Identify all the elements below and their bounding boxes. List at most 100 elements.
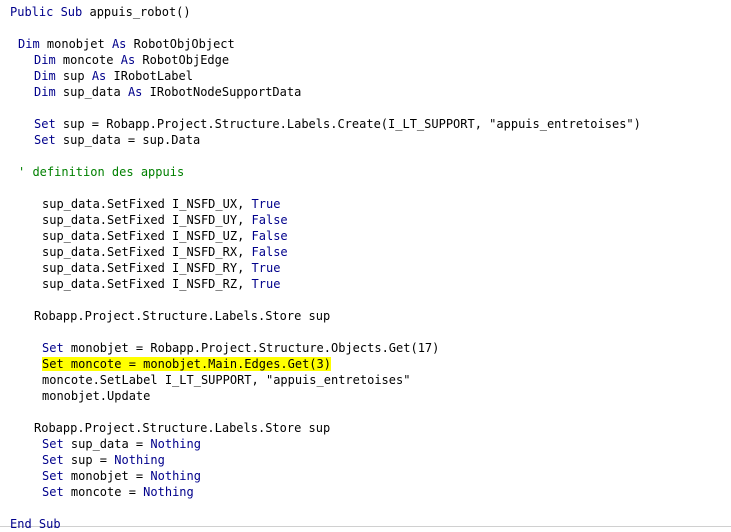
code-line[interactable]: Public Sub appuis_robot() [10, 4, 191, 20]
code-line[interactable]: Dim sup As IRobotLabel [34, 68, 193, 84]
code-token: sup_data = sup.Data [55, 133, 201, 147]
code-statement: Set monobjet = Nothing [42, 469, 201, 483]
code-statement: monobjet.Update [42, 389, 150, 403]
code-token: Robapp.Project.Structure.Labels.Store su… [34, 309, 331, 323]
keyword-token: True [251, 261, 281, 275]
code-line[interactable]: Set moncote = monobjet.Main.Edges.Get(3) [42, 356, 331, 372]
keyword-token: Nothing [143, 485, 194, 499]
code-token: appuis_robot() [82, 5, 191, 19]
code-token: Robapp.Project.Structure.Labels.Store su… [34, 421, 331, 435]
code-line[interactable]: monobjet.Update [42, 388, 150, 404]
highlighted-statement: Set moncote = monobjet.Main.Edges.Get(3) [42, 357, 331, 371]
code-statement: Set sup = Robapp.Project.Structure.Label… [34, 117, 641, 131]
code-line[interactable]: Set sup_data = sup.Data [34, 132, 200, 148]
code-line[interactable]: sup_data.SetFixed I_NSFD_UX, True [42, 196, 280, 212]
code-line[interactable]: ' definition des appuis [18, 164, 184, 180]
code-line[interactable]: Set moncote = Nothing [42, 484, 194, 500]
code-token: moncote [55, 53, 121, 67]
code-statement: sup_data.SetFixed I_NSFD_RZ, True [42, 277, 280, 291]
code-line[interactable]: Dim monobjet As RobotObjObject [18, 36, 235, 52]
code-statement: sup_data.SetFixed I_NSFD_RX, False [42, 245, 288, 259]
code-statement: Dim moncote As RobotObjEdge [34, 53, 229, 67]
code-statement: sup_data.SetFixed I_NSFD_UX, True [42, 197, 280, 211]
code-statement: Dim sup As IRobotLabel [34, 69, 193, 83]
code-line[interactable]: Dim sup_data As IRobotNodeSupportData [34, 84, 301, 100]
keyword-token: Dim [34, 85, 56, 99]
code-statement: ' definition des appuis [18, 165, 184, 179]
keyword-token: Dim [18, 37, 40, 51]
code-statement: moncote.SetLabel I_LT_SUPPORT, "appuis_e… [42, 373, 410, 387]
keyword-token: As [127, 85, 143, 99]
keyword-token: False [251, 229, 288, 243]
code-statement: Set monobjet = Robapp.Project.Structure.… [42, 341, 439, 355]
code-line[interactable]: Set sup_data = Nothing [42, 436, 201, 452]
editor-bottom-border [0, 526, 731, 527]
code-token: moncote = [63, 485, 144, 499]
code-line[interactable]: sup_data.SetFixed I_NSFD_UY, False [42, 212, 288, 228]
comment-token: ' definition des appuis [18, 165, 185, 179]
code-token: IRobotLabel [106, 69, 193, 83]
code-line[interactable]: Set sup = Nothing [42, 452, 165, 468]
code-line[interactable]: sup_data.SetFixed I_NSFD_RZ, True [42, 276, 280, 292]
code-line[interactable]: End Sub [10, 516, 61, 532]
code-line[interactable]: Set monobjet = Robapp.Project.Structure.… [42, 340, 439, 356]
code-line[interactable]: moncote.SetLabel I_LT_SUPPORT, "appuis_e… [42, 372, 410, 388]
keyword-token: Set [42, 485, 64, 499]
code-line[interactable]: Dim moncote As RobotObjEdge [34, 52, 229, 68]
code-line[interactable]: sup_data.SetFixed I_NSFD_RX, False [42, 244, 288, 260]
code-token: monobjet [39, 37, 112, 51]
keyword-token: Set [42, 453, 64, 467]
code-editor[interactable]: Public Sub appuis_robot() Dim monobjet As… [0, 0, 731, 531]
code-statement: Set sup = Nothing [42, 453, 165, 467]
code-line[interactable]: Robapp.Project.Structure.Labels.Store su… [34, 420, 330, 436]
code-token: RobotObjObject [126, 37, 235, 51]
code-statement: Set sup_data = sup.Data [34, 133, 200, 147]
code-line[interactable]: Set sup = Robapp.Project.Structure.Label… [34, 116, 641, 132]
keyword-token: Nothing [150, 469, 201, 483]
code-token: sup_data.SetFixed I_NSFD_RZ, [42, 277, 252, 291]
code-token: sup_data.SetFixed I_NSFD_RY, [42, 261, 252, 275]
keyword-token: Nothing [114, 453, 165, 467]
keyword-token: As [91, 69, 107, 83]
code-line[interactable]: Set monobjet = Nothing [42, 468, 201, 484]
keyword-token: Dim [34, 53, 56, 67]
keyword-token: End Sub [10, 517, 61, 531]
code-statement: Robapp.Project.Structure.Labels.Store su… [34, 309, 330, 323]
keyword-token: Public Sub [10, 5, 83, 19]
keyword-token: As [120, 53, 136, 67]
keyword-token: Set [42, 469, 64, 483]
code-line[interactable]: sup_data.SetFixed I_NSFD_RY, True [42, 260, 280, 276]
code-token: monobjet.Update [42, 389, 151, 403]
code-statement: Public Sub appuis_robot() [10, 5, 191, 19]
code-statement: sup_data.SetFixed I_NSFD_UY, False [42, 213, 288, 227]
keyword-token: True [251, 197, 281, 211]
code-line[interactable]: Robapp.Project.Structure.Labels.Store su… [34, 308, 330, 324]
code-line[interactable]: sup_data.SetFixed I_NSFD_UZ, False [42, 228, 288, 244]
code-token: sup_data = [63, 437, 151, 451]
code-statement: Robapp.Project.Structure.Labels.Store su… [34, 421, 330, 435]
code-token: IRobotNodeSupportData [142, 85, 302, 99]
code-token: sup_data.SetFixed I_NSFD_UY, [42, 213, 252, 227]
code-token: RobotObjEdge [135, 53, 230, 67]
keyword-token: Dim [34, 69, 56, 83]
code-token: sup_data.SetFixed I_NSFD_RX, [42, 245, 252, 259]
code-token: sup = Robapp.Project.Structure.Labels.Cr… [55, 117, 641, 131]
code-token: sup [55, 69, 92, 83]
keyword-token: Set [42, 437, 64, 451]
code-statement: sup_data.SetFixed I_NSFD_UZ, False [42, 229, 288, 243]
code-token: moncote.SetLabel I_LT_SUPPORT, "appuis_e… [42, 373, 411, 387]
code-statement: End Sub [10, 517, 61, 531]
code-statement: Set sup_data = Nothing [42, 437, 201, 451]
code-token: sup_data [55, 85, 128, 99]
code-token: sup_data.SetFixed I_NSFD_UZ, [42, 229, 252, 243]
code-statement: Set moncote = Nothing [42, 485, 194, 499]
keyword-token: False [251, 213, 288, 227]
keyword-token: Set [42, 341, 64, 355]
keyword-token: Set [34, 117, 56, 131]
code-token: monobjet = Robapp.Project.Structure.Obje… [63, 341, 440, 355]
keyword-token: Nothing [150, 437, 201, 451]
code-token: Set moncote = monobjet.Main.Edges.Get(3) [42, 357, 331, 371]
keyword-token: False [251, 245, 288, 259]
code-token: monobjet = [63, 469, 151, 483]
code-statement: sup_data.SetFixed I_NSFD_RY, True [42, 261, 280, 275]
